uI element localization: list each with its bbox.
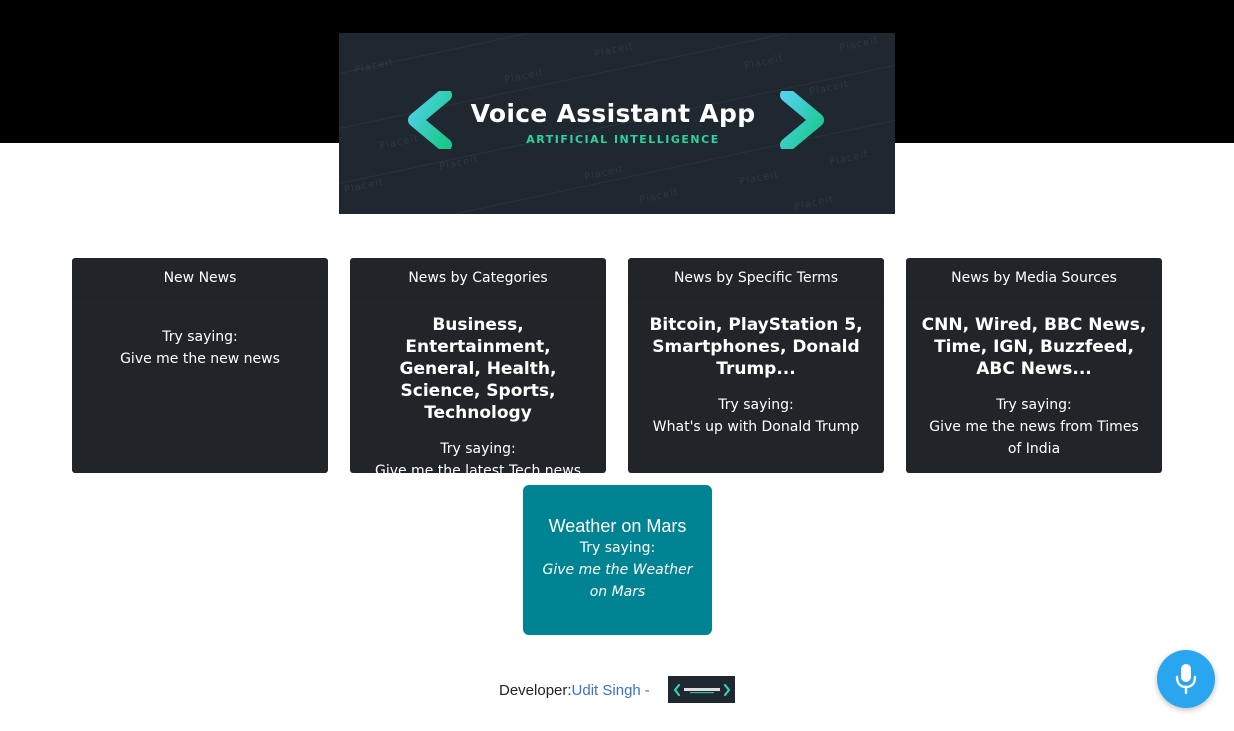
card-try-label: Try saying:: [579, 540, 656, 556]
card-example: Give me the Weather on Mars: [542, 562, 693, 600]
card-title: Bitcoin, PlayStation 5, Smartphones, Don…: [649, 315, 863, 379]
card-title: Business, Entertainment, General, Health…: [399, 315, 557, 423]
footer-logo-image: [673, 683, 730, 696]
developer-link[interactable]: Udit Singh: [572, 682, 641, 699]
card-try-label: Try saying:: [162, 329, 238, 345]
card-title: CNN, Wired, BBC News, Time, IGN, Buzzfee…: [921, 315, 1147, 379]
card-news-by-categories: News by Categories Business, Entertainme…: [350, 258, 606, 479]
card-header: New News: [72, 258, 328, 298]
watermark-text: Placeit: [583, 163, 626, 184]
card-header: News by Specific Terms: [628, 258, 884, 298]
chevron-left-icon: [408, 91, 452, 149]
watermark-text: Placeit: [738, 168, 781, 189]
microphone-button[interactable]: [1157, 650, 1215, 708]
watermark-text: Placeit: [793, 193, 836, 214]
watermark-text: Placeit: [593, 40, 636, 61]
card-try-label: Try saying:: [718, 397, 794, 413]
watermark-text: Placeit: [838, 34, 881, 55]
card-try-label: Try saying:: [440, 441, 516, 457]
microphone-icon: [1175, 664, 1197, 695]
watermark-text: Placeit: [503, 66, 546, 87]
banner-title: Voice Assistant App: [470, 99, 756, 128]
card-example: Give me the new news: [120, 351, 280, 367]
card-header: News by Categories: [350, 258, 606, 298]
card-weather-on-mars: Weather on Mars Try saying: Give me the …: [523, 485, 712, 635]
footer-logo: [668, 676, 735, 703]
app-banner: Placeit Placeit Placeit Placeit Placeit …: [339, 33, 895, 214]
watermark-text: Placeit: [743, 52, 786, 73]
news-cards: New News Try saying: Give me the new new…: [72, 258, 1162, 479]
footer-separator: -: [644, 681, 650, 699]
watermark-text: Placeit: [438, 153, 481, 174]
watermark-text: Placeit: [353, 56, 396, 77]
chevron-right-icon: [780, 91, 824, 149]
card-example: Give me the news from Times of India: [929, 419, 1139, 457]
watermark-text: Placeit: [638, 186, 681, 207]
card-title: Weather on Mars: [548, 516, 687, 536]
card-news-by-media-sources: News by Media Sources CNN, Wired, BBC Ne…: [906, 258, 1162, 473]
card-try-label: Try saying:: [996, 397, 1072, 413]
card-example: What's up with Donald Trump: [652, 419, 860, 435]
banner-subtitle: ARTIFICIAL INTELLIGENCE: [526, 133, 720, 146]
footer: Developer: Udit Singh -: [499, 677, 650, 703]
card-news-by-specific-terms: News by Specific Terms Bitcoin, PlayStat…: [628, 258, 884, 473]
card-new-news: New News Try saying: Give me the new new…: [72, 258, 328, 473]
card-example: Give me the latest Tech news: [374, 463, 582, 479]
watermark-text: Placeit: [828, 148, 871, 169]
footer-label: Developer:: [499, 681, 572, 699]
card-header: News by Media Sources: [906, 258, 1162, 298]
